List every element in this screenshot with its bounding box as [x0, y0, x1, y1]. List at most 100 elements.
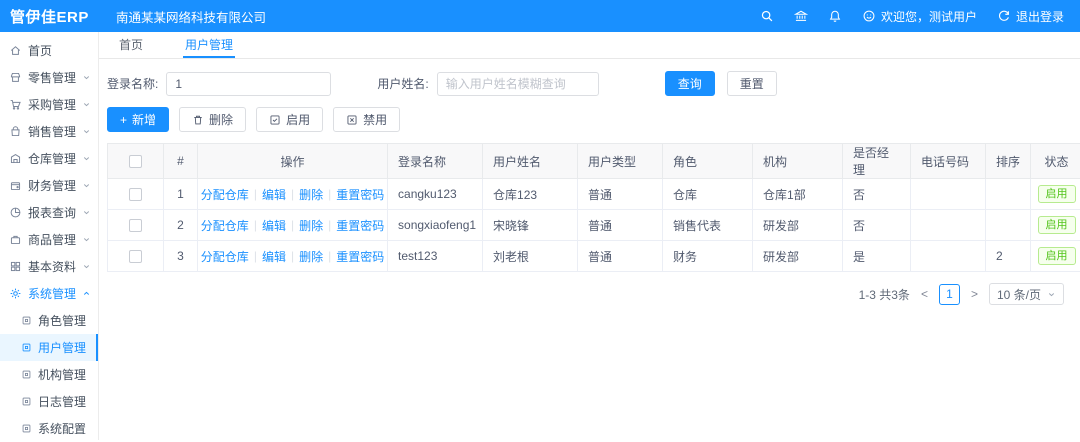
enable-button[interactable]: 启用 [256, 107, 323, 132]
add-button[interactable]: + 新增 [107, 107, 169, 132]
col-actions: 操作 [198, 144, 388, 179]
cell-login: songxiaofeng1 [388, 210, 483, 241]
submenu-square-icon [21, 423, 32, 434]
sidebar-subitem-users[interactable]: 用户管理 [0, 334, 98, 361]
delete-button-label: 删除 [209, 111, 233, 128]
cell-sort [986, 210, 1031, 241]
logout-button[interactable]: 退出登录 [997, 8, 1064, 25]
select-all-checkbox[interactable] [129, 155, 142, 168]
col-is-manager: 是否经理 [843, 144, 911, 179]
sidebar-subitem-organizations[interactable]: 机构管理 [0, 361, 98, 388]
sidebar-item-purchase[interactable]: 采购管理 [0, 91, 98, 118]
sidebar-item-label: 报表查询 [28, 204, 76, 221]
login-name-label: 登录名称: [107, 75, 158, 92]
next-page-button[interactable]: > [969, 287, 980, 301]
reset-password-link[interactable]: 重置密码 [336, 217, 384, 234]
pagination: 1-3 共3条 < 1 > 10 条/页 [107, 283, 1064, 305]
sidebar-item-basic-data[interactable]: 基本资料 [0, 253, 98, 280]
cell-name: 宋晓锋 [483, 210, 578, 241]
sidebar-item-label: 销售管理 [28, 123, 76, 140]
user-name-input[interactable] [437, 72, 599, 96]
row-checkbox[interactable] [129, 250, 142, 263]
chevron-down-icon [82, 127, 91, 136]
cell-type: 普通 [578, 210, 663, 241]
chevron-down-icon [82, 181, 91, 190]
reset-password-link[interactable]: 重置密码 [336, 248, 384, 265]
enable-button-label: 启用 [286, 111, 310, 128]
delete-button[interactable]: 删除 [179, 107, 246, 132]
op-separator: | [291, 187, 294, 201]
users-table: # 操作 登录名称 用户姓名 用户类型 角色 机构 是否经理 电话号码 排序 状… [107, 143, 1080, 272]
delete-link[interactable]: 删除 [299, 186, 323, 203]
cell-role: 仓库 [663, 179, 753, 210]
prev-page-button[interactable]: < [919, 287, 930, 301]
cell-phone [911, 179, 986, 210]
op-separator: | [254, 187, 257, 201]
user-name-label: 用户姓名: [377, 75, 428, 92]
assign-warehouse-link[interactable]: 分配仓库 [201, 186, 249, 203]
edit-link[interactable]: 编辑 [262, 217, 286, 234]
assign-warehouse-link[interactable]: 分配仓库 [201, 248, 249, 265]
sidebar-item-products[interactable]: 商品管理 [0, 226, 98, 253]
table-row: 2 分配仓库|编辑|删除|重置密码 songxiaofeng1 宋晓锋 普通 销… [108, 210, 1080, 241]
top-header: 管伊佳ERP 南通某某网络科技有限公司 欢迎您，测试用户 [0, 0, 1080, 32]
chevron-down-icon [1047, 290, 1056, 299]
sidebar-item-home[interactable]: 首页 [0, 37, 98, 64]
warehouse-box-icon [9, 152, 22, 165]
notification-bell-icon[interactable] [828, 9, 842, 23]
sidebar-nav: 首页 零售管理 采购管理 销售管理 仓库管理 [0, 32, 99, 440]
sidebar-item-system[interactable]: 系统管理 [0, 280, 98, 307]
search-button[interactable]: 查询 [665, 71, 715, 96]
tab-home[interactable]: 首页 [117, 32, 145, 58]
current-user-menu[interactable]: 欢迎您，测试用户 [862, 8, 977, 25]
op-separator: | [254, 218, 257, 232]
organization-icon[interactable] [794, 9, 808, 23]
row-checkbox[interactable] [129, 219, 142, 232]
assign-warehouse-link[interactable]: 分配仓库 [201, 217, 249, 234]
sidebar-subitem-roles[interactable]: 角色管理 [0, 307, 98, 334]
reset-password-link[interactable]: 重置密码 [336, 186, 384, 203]
sidebar-subitem-system-config[interactable]: 系统配置 [0, 415, 98, 442]
page-size-select[interactable]: 10 条/页 [989, 283, 1064, 305]
row-index: 3 [164, 241, 198, 272]
add-button-label: 新增 [132, 111, 156, 128]
delete-link[interactable]: 删除 [299, 248, 323, 265]
cell-manager: 是 [843, 241, 911, 272]
chevron-up-icon [82, 289, 91, 298]
sidebar-item-warehouse[interactable]: 仓库管理 [0, 145, 98, 172]
login-name-input[interactable] [166, 72, 331, 96]
page-number-button[interactable]: 1 [939, 284, 960, 305]
submenu-square-icon [21, 369, 32, 380]
table-header-row: # 操作 登录名称 用户姓名 用户类型 角色 机构 是否经理 电话号码 排序 状… [108, 144, 1080, 179]
sidebar-subitem-logs[interactable]: 日志管理 [0, 388, 98, 415]
status-badge[interactable]: 启用 [1038, 247, 1076, 265]
sidebar-item-retail[interactable]: 零售管理 [0, 64, 98, 91]
delete-link[interactable]: 删除 [299, 217, 323, 234]
status-badge[interactable]: 启用 [1038, 185, 1076, 203]
cell-org: 仓库1部 [753, 179, 843, 210]
sidebar-item-label: 零售管理 [28, 69, 76, 86]
disable-button[interactable]: 禁用 [333, 107, 400, 132]
sidebar-item-finance[interactable]: 财务管理 [0, 172, 98, 199]
status-badge[interactable]: 启用 [1038, 216, 1076, 234]
reset-button[interactable]: 重置 [727, 71, 777, 96]
col-sort: 排序 [986, 144, 1031, 179]
sidebar-item-sales[interactable]: 销售管理 [0, 118, 98, 145]
filter-bar: 登录名称: 用户姓名: 查询 重置 [107, 71, 1064, 96]
cell-login: test123 [388, 241, 483, 272]
edit-link[interactable]: 编辑 [262, 186, 286, 203]
edit-link[interactable]: 编辑 [262, 248, 286, 265]
search-icon[interactable] [760, 9, 774, 23]
chevron-down-icon [82, 100, 91, 109]
cell-sort: 2 [986, 241, 1031, 272]
cell-role: 销售代表 [663, 210, 753, 241]
tab-user-management[interactable]: 用户管理 [183, 32, 235, 58]
op-separator: | [328, 187, 331, 201]
cell-role: 财务 [663, 241, 753, 272]
sidebar-subitem-label: 系统配置 [38, 420, 86, 437]
sidebar-item-reports[interactable]: 报表查询 [0, 199, 98, 226]
check-square-icon [269, 114, 281, 126]
row-checkbox[interactable] [129, 188, 142, 201]
basic-data-grid-icon [9, 260, 22, 273]
sidebar-item-label: 商品管理 [28, 231, 76, 248]
